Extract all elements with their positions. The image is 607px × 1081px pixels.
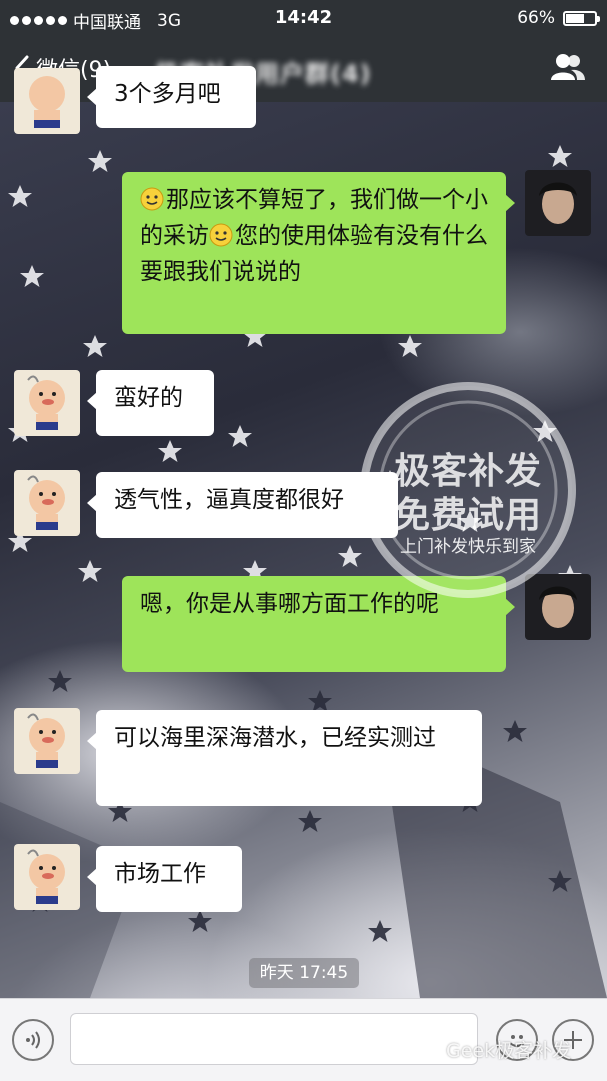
smile-emoji-icon [140,187,164,211]
my-avatar[interactable] [525,170,591,236]
sender-avatar[interactable] [14,68,80,134]
voice-button[interactable] [12,1019,54,1061]
cartoon-avatar-icon [14,68,80,134]
message-bubble[interactable]: 那应该不算短了，我们做一个小的采访 您的使用体验有没有什么要跟我们说说的 [122,172,515,334]
cartoon-avatar-icon [14,370,80,436]
watermark-footer-text: Geek极客补发 [446,1040,572,1062]
sender-avatar[interactable] [14,470,80,536]
message-bubble[interactable]: 嗯，你是从事哪方面工作的呢 [122,576,515,672]
sender-avatar[interactable] [14,370,80,436]
status-bar: 中国联通 3G 14:42 66% [0,0,607,36]
message-input[interactable] [70,1013,478,1065]
message-text: 透气性，逼真度都很好 [114,487,344,513]
message-bubble[interactable]: 可以海里深海潜水，已经实测过 [87,710,482,806]
battery-icon [563,10,600,26]
group-members-button[interactable] [549,52,587,88]
message-text: 市场工作 [114,861,206,887]
battery-percent: 66% [517,8,555,28]
message-bubble[interactable]: 透气性，逼真度都很好 [87,472,398,538]
message-bubble[interactable]: 3个多月吧 [87,66,256,128]
battery-info: 66% [517,8,600,28]
message-text: 嗯，你是从事哪方面工作的呢 [140,591,439,617]
my-avatar[interactable] [525,574,591,640]
watermark-footer: Geek极客补发 [420,1036,571,1063]
clock: 14:42 [274,7,333,28]
message-text: 可以海里深海潜水，已经实测过 [114,725,436,751]
sender-avatar[interactable] [14,844,80,910]
message-timestamp: 昨天 17:45 [249,958,359,988]
user-photo-avatar-icon [525,170,591,236]
cartoon-avatar-icon [14,708,80,774]
people-icon [551,54,585,80]
voice-icon [26,1031,40,1049]
message-text: 蛮好的 [114,385,183,411]
message-text: 3个多月吧 [114,81,221,107]
sender-avatar[interactable] [14,708,80,774]
smile-emoji-icon [209,223,233,247]
message-bubble[interactable]: 市场工作 [87,846,242,912]
cartoon-avatar-icon [14,844,80,910]
user-photo-avatar-icon [525,574,591,640]
wechat-logo-icon [420,1041,442,1058]
cartoon-avatar-icon [14,470,80,536]
message-bubble[interactable]: 蛮好的 [87,370,214,436]
